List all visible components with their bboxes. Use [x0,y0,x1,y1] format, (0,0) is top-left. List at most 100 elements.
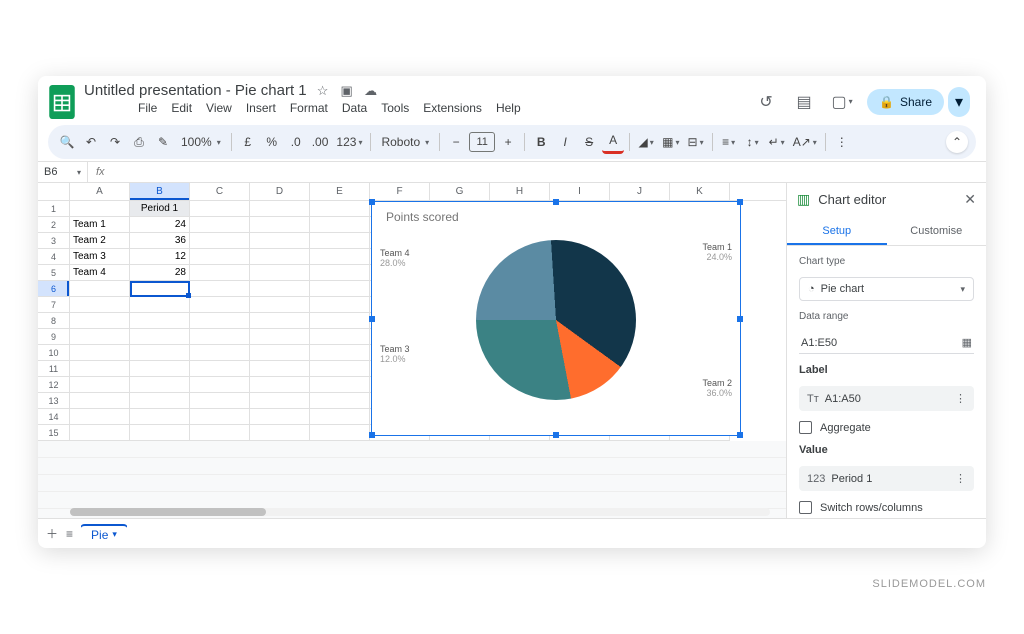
col-header[interactable]: B [130,183,190,200]
pie-chart-type-icon: ◔ [808,283,815,295]
fill-color-icon[interactable]: ◢ [635,130,657,154]
fx-icon: fx [88,166,113,178]
chart-editor-icon: ▥ [797,191,810,208]
menu-data[interactable]: Data [336,99,373,117]
col-header[interactable]: H [490,183,550,200]
formula-bar: B6▾ fx [38,161,986,183]
star-icon[interactable]: ☆ [315,83,331,99]
horizontal-scrollbar[interactable] [70,508,770,516]
menu-format[interactable]: Format [284,99,334,117]
col-header[interactable]: G [430,183,490,200]
col-header[interactable]: K [670,183,730,200]
borders-icon[interactable]: ▦ [659,130,682,154]
app-window: Untitled presentation - Pie chart 1 ☆ ▣ … [38,76,986,548]
text-color-icon[interactable]: A [602,130,624,154]
chart-frame[interactable]: Points scored Team 124.0% Team 236.0% Te… [371,201,741,436]
spreadsheet-grid[interactable]: A B C D E F G H I J K 1Period 12Team 124… [38,183,786,518]
tab-customise[interactable]: Customise [887,217,987,245]
document-title[interactable]: Untitled presentation - Pie chart 1 [84,82,307,99]
scrollbar-thumb[interactable] [70,508,266,516]
menu-help[interactable]: Help [490,99,527,117]
redo-icon[interactable]: ↷ [104,130,126,154]
print-icon[interactable]: ⎙ [128,130,150,154]
h-align-icon[interactable]: ≡ [718,130,740,154]
data-range-input[interactable]: A1:E50 ▦ [799,332,974,354]
decrease-font-icon[interactable]: − [445,130,467,154]
sidebar-title: Chart editor [818,192,886,207]
lock-icon: 🔒 [879,95,894,109]
chart-title: Points scored [372,202,740,228]
zoom-dropdown[interactable]: 100% [176,135,226,149]
select-all-corner[interactable] [38,183,70,200]
aggregate-checkbox[interactable]: Aggregate [799,421,974,434]
italic-icon[interactable]: I [554,130,576,154]
more-formats-dropdown[interactable]: 123 [333,130,365,154]
sheets-logo-icon[interactable] [48,84,76,120]
move-folder-icon[interactable]: ▣ [339,83,355,99]
wrap-icon[interactable]: ↵ [766,130,788,154]
collapse-toolbar-icon[interactable]: ⌃ [946,131,968,153]
history-icon[interactable]: ↺ [753,89,779,115]
decrease-decimal-icon[interactable]: .0 [285,130,307,154]
menu-file[interactable]: File [132,99,163,117]
undo-icon[interactable]: ↶ [80,130,102,154]
col-header[interactable]: J [610,183,670,200]
toolbar-more-icon[interactable]: ⋮ [831,130,853,154]
currency-icon[interactable]: £ [237,130,259,154]
value-more-icon[interactable]: ⋮ [955,472,966,485]
col-header[interactable]: I [550,183,610,200]
share-dropdown[interactable]: ▾ [948,87,970,117]
main-area: A B C D E F G H I J K 1Period 12Team 124… [38,183,986,518]
column-headers: A B C D E F G H I J K [38,183,786,201]
col-header[interactable]: C [190,183,250,200]
col-header[interactable]: D [250,183,310,200]
add-sheet-icon[interactable]: ＋ [46,525,58,542]
merge-cells-icon[interactable]: ⊟ [685,130,707,154]
menu-extensions[interactable]: Extensions [417,99,488,117]
menu-tools[interactable]: Tools [375,99,415,117]
label-section: Label [799,364,974,376]
font-dropdown[interactable]: Roboto [376,135,434,149]
text-type-icon: Tт [807,393,819,405]
meet-icon[interactable]: ▢ [829,89,855,115]
name-box[interactable]: B6▾ [38,162,88,182]
v-align-icon[interactable]: ↕ [742,130,764,154]
menu-view[interactable]: View [200,99,238,117]
rotate-text-icon[interactable]: A↗ [790,130,820,154]
cloud-saved-icon: ☁ [363,83,379,99]
number-type-icon: 123 [807,473,825,485]
inactive-grid-area [38,441,786,518]
watermark: SLIDEMODEL.COM [872,578,986,590]
menu-bar: File Edit View Insert Format Data Tools … [84,99,527,121]
strikethrough-icon[interactable]: S [578,130,600,154]
all-sheets-icon[interactable]: ≡ [66,527,73,541]
col-header[interactable]: E [310,183,370,200]
increase-decimal-icon[interactable]: .00 [309,130,332,154]
menu-edit[interactable]: Edit [165,99,198,117]
comments-icon[interactable]: ▤ [791,89,817,115]
label-more-icon[interactable]: ⋮ [955,392,966,405]
title-bar: Untitled presentation - Pie chart 1 ☆ ▣ … [38,76,986,123]
pie-chart [476,240,636,400]
col-header[interactable]: A [70,183,130,200]
share-button[interactable]: 🔒 Share [867,89,944,115]
font-size-input[interactable]: 11 [469,132,495,152]
bold-icon[interactable]: B [530,130,552,154]
value-section: Value [799,444,974,456]
tab-setup[interactable]: Setup [787,217,887,245]
share-label: Share [900,95,932,109]
select-range-icon[interactable]: ▦ [962,336,972,349]
switch-rows-checkbox[interactable]: Switch rows/columns [799,501,974,514]
sheet-tab[interactable]: Pie▾ [81,522,127,546]
value-chip[interactable]: 123 Period 1 ⋮ [799,466,974,491]
sheet-tabs-bar: ＋ ≡ Pie▾ [38,518,986,548]
col-header[interactable]: F [370,183,430,200]
menu-insert[interactable]: Insert [240,99,282,117]
paint-format-icon[interactable]: ✎ [152,130,174,154]
percent-icon[interactable]: % [261,130,283,154]
label-chip[interactable]: Tт A1:A50 ⋮ [799,386,974,411]
increase-font-icon[interactable]: + [497,130,519,154]
search-menus-icon[interactable]: 🔍 [56,130,78,154]
close-icon[interactable]: ✕ [964,191,976,208]
chart-type-select[interactable]: ◔ Pie chart [799,277,974,301]
